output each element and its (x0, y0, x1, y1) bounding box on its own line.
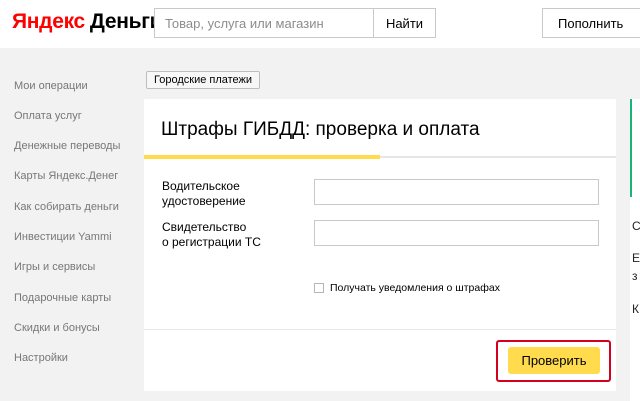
right-panel-accent (630, 99, 632, 197)
page-title: Штрафы ГИБДД: проверка и оплата (161, 119, 480, 140)
sidebar-item-games-services[interactable]: Игры и сервисы (14, 261, 95, 273)
registration-label: Свидетельство о регистрации ТС (162, 220, 261, 250)
search-button[interactable]: Найти (373, 8, 436, 38)
breadcrumb-city-payments[interactable]: Городские платежи (146, 71, 261, 89)
progress-fill (144, 155, 380, 159)
topup-button[interactable]: Пополнить (542, 8, 640, 38)
search-input[interactable] (155, 9, 373, 37)
sidebar-item-settings[interactable]: Настройки (14, 352, 68, 364)
fines-form-card: Штрафы ГИБДД: проверка и оплата Водитель… (144, 99, 616, 391)
registration-label-line2: о регистрации ТС (162, 235, 261, 249)
top-header: ЯндексДеньги Найти Пополнить (0, 0, 640, 48)
license-label-line1: Водительское (162, 179, 240, 193)
right-panel-text-4: К (632, 302, 639, 316)
license-label-line2: удостоверение (162, 194, 246, 208)
logo-dengi-part: Деньги (89, 10, 163, 33)
registration-label-line1: Свидетельство (162, 220, 247, 234)
sidebar-item-discounts[interactable]: Скидки и бонусы (14, 322, 100, 334)
sidebar-item-cards[interactable]: Карты Яндекс.Денег (14, 170, 118, 182)
registration-input[interactable] (314, 220, 599, 246)
right-side-panel: С Е з К (630, 99, 640, 401)
notify-checkbox-row[interactable]: Получать уведомления о штрафах (314, 282, 500, 294)
right-panel-text-1: С (632, 219, 640, 233)
check-fines-button[interactable]: Проверить (508, 347, 600, 374)
sidebar-item-pay-services[interactable]: Оплата услуг (14, 110, 82, 122)
sidebar-item-gift-cards[interactable]: Подарочные карты (14, 292, 111, 304)
license-input[interactable] (314, 179, 599, 205)
card-divider (144, 329, 616, 330)
logo-yandex-part: Яндекс (12, 10, 85, 33)
right-panel-text-3: з (632, 269, 638, 283)
sidebar-item-collect-money[interactable]: Как собирать деньги (14, 201, 119, 213)
right-panel-text-2: Е (632, 251, 640, 265)
sidebar-item-investments[interactable]: Инвестиции Yammi (14, 231, 112, 243)
progress-track (144, 155, 616, 159)
notify-checkbox-label[interactable]: Получать уведомления о штрафах (330, 282, 500, 294)
sidebar-item-my-operations[interactable]: Мои операции (14, 80, 88, 92)
search-box: Найти (154, 8, 436, 38)
yandex-money-logo[interactable]: Яндекс Деньги (12, 10, 163, 34)
license-label: Водительское удостоверение (162, 179, 246, 209)
notify-checkbox[interactable] (314, 283, 324, 293)
sidebar-item-money-transfers[interactable]: Денежные переводы (14, 140, 120, 152)
